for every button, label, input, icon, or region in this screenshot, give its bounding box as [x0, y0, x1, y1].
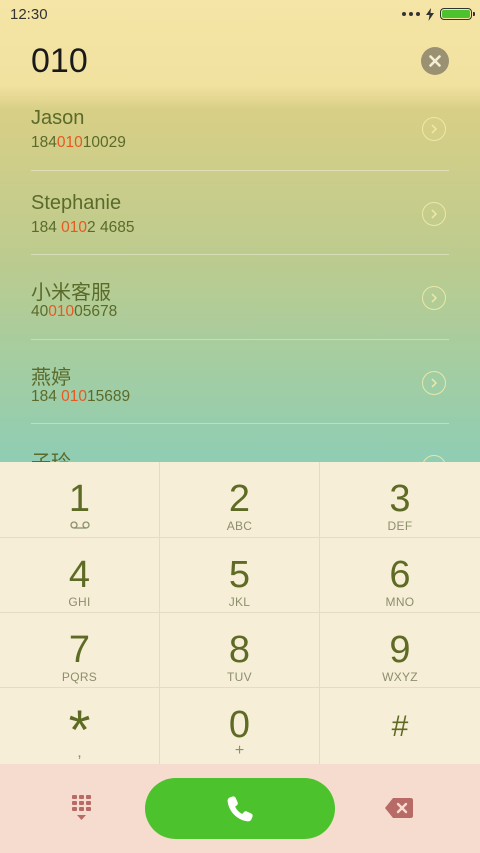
- dialpad-toggle-button[interactable]: [71, 794, 97, 822]
- key-0[interactable]: 0 +: [160, 688, 320, 764]
- phone-icon: [227, 795, 253, 821]
- contact-number: 184 0102 4685: [31, 218, 135, 236]
- contact-result-item[interactable]: 小米客服 4001005678: [31, 255, 449, 340]
- key-7[interactable]: 7 PQRS: [0, 613, 160, 688]
- contact-result-item[interactable]: Jason 18401010029: [31, 86, 449, 171]
- matched-digits: 010: [48, 303, 75, 320]
- key-4[interactable]: 4 GHI: [0, 538, 160, 613]
- close-icon: [429, 55, 441, 67]
- key-letters: TUV: [227, 670, 252, 684]
- key-digit: 8: [228, 629, 251, 671]
- key-digit: 2: [228, 478, 251, 520]
- key-1[interactable]: 1: [0, 462, 160, 538]
- key-2[interactable]: 2 ABC: [160, 462, 320, 538]
- key-6[interactable]: 6 MNO: [320, 538, 480, 613]
- dial-input-row: 010: [0, 36, 480, 86]
- chevron-right-icon: [431, 124, 438, 134]
- dial-number-display[interactable]: 010: [31, 42, 88, 81]
- backspace-icon: [385, 798, 413, 818]
- contact-detail-button[interactable]: [422, 286, 446, 310]
- key-letters: PQRS: [61, 670, 98, 684]
- key-letters: DEF: [387, 519, 413, 533]
- action-bar: [0, 764, 480, 853]
- status-indicators: [402, 7, 475, 21]
- contact-result-item[interactable]: Stephanie 184 0102 4685: [31, 171, 449, 255]
- chevron-right-icon: [431, 377, 438, 388]
- status-time: 12:30: [10, 5, 48, 23]
- key-3[interactable]: 3 DEF: [320, 462, 480, 538]
- key-letters: +: [234, 742, 245, 759]
- status-bar: 12:30: [0, 0, 480, 28]
- battery-icon: [440, 8, 475, 20]
- dialer-screen: 12:30 010 Jason 18401010029 Stephanie 18…: [0, 0, 480, 853]
- contact-name: 燕婷: [31, 366, 71, 389]
- contact-name: Jason: [31, 107, 85, 129]
- chevron-right-icon: [431, 293, 438, 303]
- matched-digits: 010: [61, 218, 88, 236]
- dialpad: 1 2 ABC 3 DEF 4 GHI 5 JKL 6 MNO 7 PQRS 8…: [0, 462, 480, 764]
- contact-detail-button[interactable]: [422, 117, 446, 141]
- key-9[interactable]: 9 WXYZ: [320, 613, 480, 688]
- notification-dots-icon: [402, 12, 420, 16]
- key-letters: WXYZ: [382, 670, 418, 684]
- contact-name: Stephanie: [31, 191, 122, 214]
- key-digit: 9: [389, 629, 411, 671]
- call-button[interactable]: [145, 778, 335, 839]
- charging-bolt-icon: [426, 7, 434, 21]
- key-star[interactable]: * ,: [0, 688, 160, 764]
- contact-detail-button[interactable]: [422, 201, 446, 226]
- key-letters: MNO: [385, 595, 415, 609]
- key-letters: ,: [77, 744, 82, 761]
- key-digit: 6: [389, 554, 411, 596]
- contact-number: 18401010029: [31, 134, 126, 151]
- voicemail-icon: [69, 521, 90, 529]
- key-digit: 1: [68, 478, 91, 520]
- contact-name: 小米客服: [31, 282, 111, 304]
- key-letters: ABC: [226, 519, 253, 533]
- matched-digits: 010: [56, 134, 83, 151]
- contact-result-item[interactable]: 燕婷 184 01015689: [31, 340, 449, 424]
- clear-input-button[interactable]: [421, 47, 449, 75]
- dialpad-icon: [72, 795, 91, 820]
- key-digit: 3: [389, 478, 411, 520]
- contact-detail-button[interactable]: [422, 370, 446, 395]
- key-digit: 4: [68, 554, 91, 596]
- chevron-right-icon: [431, 208, 438, 219]
- backspace-button[interactable]: [384, 797, 414, 819]
- key-digit: 7: [68, 629, 91, 671]
- key-letters: JKL: [228, 595, 251, 609]
- key-hash[interactable]: #: [320, 688, 480, 764]
- key-digit: 5: [228, 554, 251, 596]
- key-digit: 0: [228, 704, 251, 746]
- contact-results-list: Jason 18401010029 Stephanie 184 0102 468…: [0, 86, 480, 509]
- key-digit: #: [391, 710, 409, 743]
- contact-number: 4001005678: [31, 303, 118, 320]
- contact-number: 184 01015689: [31, 387, 131, 405]
- key-letters: GHI: [68, 595, 91, 609]
- matched-digits: 010: [61, 387, 88, 405]
- key-5[interactable]: 5 JKL: [160, 538, 320, 613]
- key-8[interactable]: 8 TUV: [160, 613, 320, 688]
